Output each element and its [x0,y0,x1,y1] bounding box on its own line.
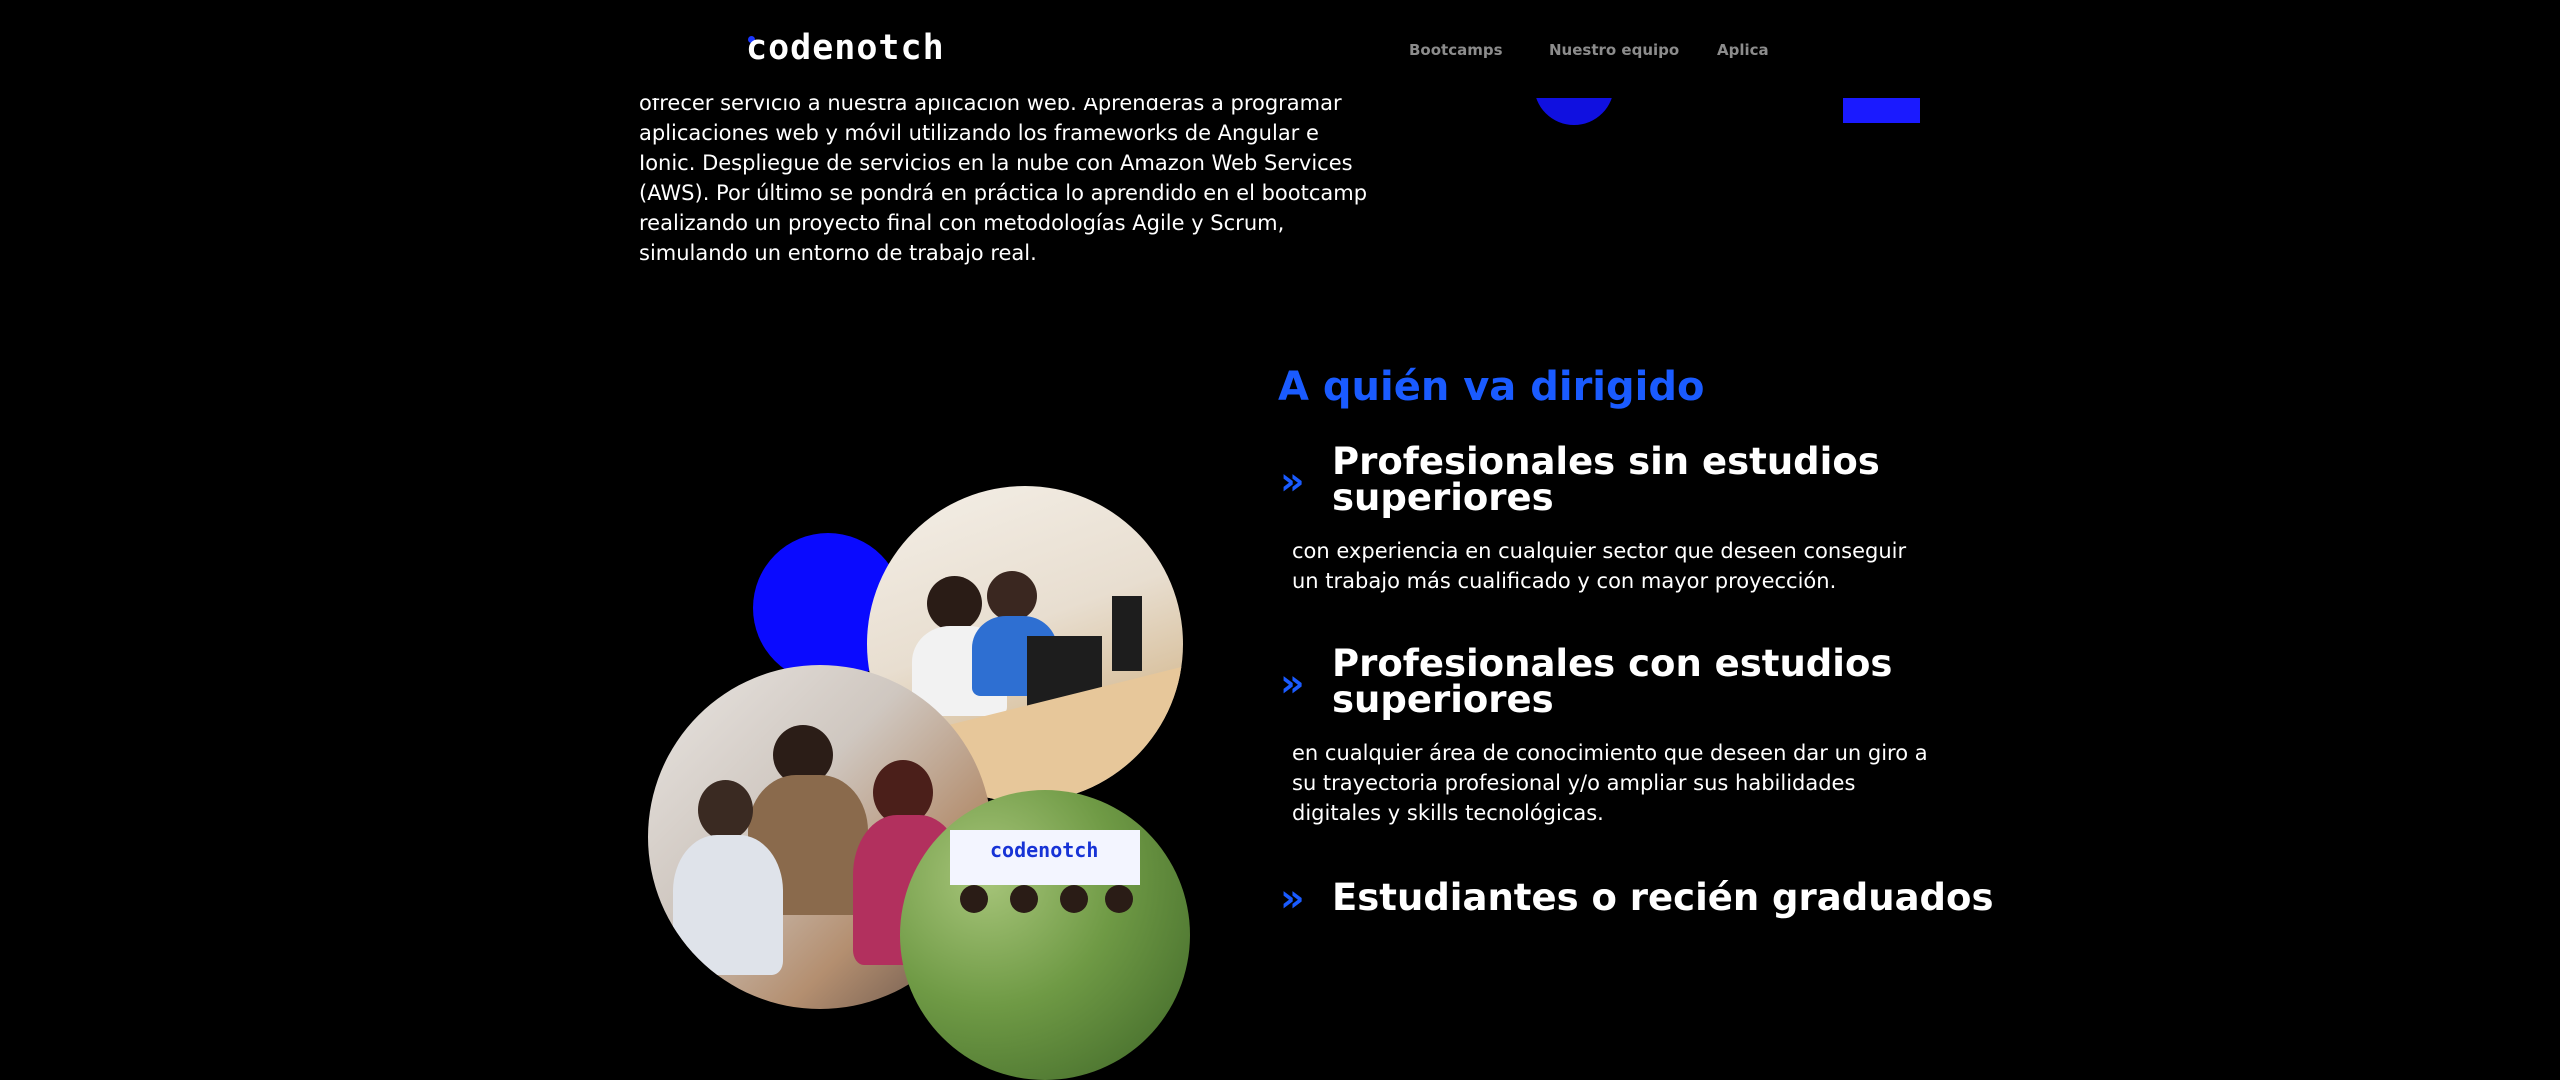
photo-person-head [1105,885,1133,913]
nav-link-aplica[interactable]: Aplica [1717,41,1769,59]
photo-person-body [673,835,783,975]
photo-person-head [987,571,1037,621]
photo-wall-logo: codenotch [990,838,1099,862]
audience-item-title: Profesionales con estudios superiores [1332,642,1893,721]
audience-item-description: con experiencia en cualquier sector que … [1292,539,1907,593]
decorative-blue-rectangle [1843,98,1920,123]
site-logo[interactable]: codenotch [746,28,945,68]
photo-person-head [960,885,988,913]
nav-link-nuestro-equipo[interactable]: Nuestro equipo [1549,41,1679,59]
section-title-audience: A quién va dirigido [1278,364,1705,410]
photo-team-group [900,790,1190,1080]
audience-item-description: en cualquier área de conocimiento que de… [1292,741,1928,825]
photo-monitor [1112,596,1142,671]
chevron-double-right-icon: » [1280,661,1305,705]
chevron-double-right-icon: » [1280,459,1305,503]
photo-person-head [1060,885,1088,913]
audience-item-title: Profesionales sin estudios superiores [1332,440,1880,519]
photo-person-head [698,780,753,840]
photo-person-head [1010,885,1038,913]
chevron-double-right-icon: » [1280,876,1305,920]
nav-link-bootcamps[interactable]: Bootcamps [1409,41,1503,59]
bootcamp-description: ofrecer servicio a nuestra aplicación we… [639,91,1368,265]
site-header: codenotch Bootcamps Nuestro equipo Aplic… [0,0,2560,98]
photo-person-head [927,576,982,631]
